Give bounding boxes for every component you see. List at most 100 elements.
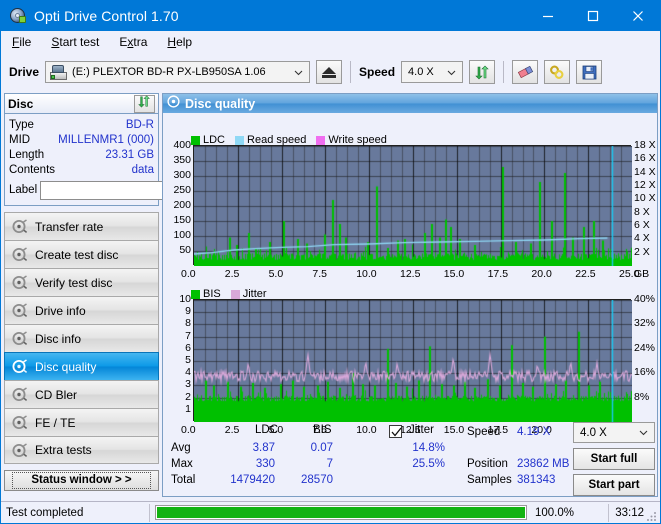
sidebar-item-cd-bler[interactable]: CD Bler	[4, 380, 159, 408]
window-controls	[525, 1, 660, 31]
stats-speed-value: 4.19 X	[517, 426, 551, 438]
sidebar-item-create-test-disc[interactable]: Create test disc	[4, 240, 159, 268]
sidebar-item-extra-tests[interactable]: Extra tests	[4, 436, 159, 464]
sidebar-item-label: Create test disc	[35, 247, 119, 262]
extra-tests-icon	[12, 442, 28, 458]
eject-button[interactable]	[316, 60, 343, 84]
ldc-x-tick: 5.0	[268, 268, 284, 280]
window-title: Opti Drive Control 1.70	[34, 8, 179, 24]
menu-item-extra[interactable]: Extra	[116, 34, 150, 50]
ldc-x-unit: GB	[634, 268, 650, 280]
minimize-icon[interactable]	[525, 1, 570, 31]
ldc-y2-tick: 16 X	[634, 152, 656, 165]
disc-row-key: MID	[9, 134, 31, 146]
sidebar-item-drive-info[interactable]: Drive info	[4, 296, 159, 324]
ldc-y-tick: 350	[173, 154, 191, 166]
stats-col-ldc: LDC	[255, 424, 279, 436]
ldc-x-tick: 0.0	[181, 268, 196, 280]
settings-button[interactable]	[544, 60, 571, 84]
stats-row-avg: Avg	[171, 442, 191, 454]
refresh-button[interactable]	[469, 60, 496, 84]
speed-label: Speed	[359, 65, 396, 79]
sidebar-item-disc-quality[interactable]: Disc quality	[4, 352, 159, 380]
jitter-checkbox[interactable]	[389, 425, 402, 438]
floppy-disk-icon	[582, 65, 597, 80]
legend-label: Write speed	[328, 134, 387, 146]
ldc-x-tick: 7.5	[312, 268, 327, 280]
maximize-icon[interactable]	[570, 1, 615, 31]
bis-y2-tick: 32%	[634, 317, 656, 330]
disc-row-value: 23.31 GB	[105, 149, 154, 161]
legend-swatch-icon	[191, 135, 200, 145]
ldc-y2-tick: 8 X	[634, 205, 650, 218]
chain-icon	[549, 65, 565, 80]
disc-panel-header: Disc	[5, 94, 158, 114]
bis-y-tick: 9	[185, 305, 191, 318]
resize-grip-icon[interactable]	[646, 509, 658, 521]
ldc-x-tick: 15.0	[443, 268, 465, 280]
legend-swatch-icon	[191, 289, 200, 299]
test-speed-select[interactable]: 4.0 X	[573, 422, 655, 443]
status-text: Test completed	[6, 506, 84, 519]
sidebar-item-verify-test-disc[interactable]: Verify test disc	[4, 268, 159, 296]
sidebar-item-disc-info[interactable]: Disc info	[4, 324, 159, 352]
navigation-list: Transfer rate Create test disc Verify test…	[4, 212, 159, 464]
start-part-button[interactable]: Start part	[573, 474, 655, 496]
statistics-panel: LDC BIS Jitter Avg Max Total 3.87 330 14…	[167, 422, 655, 496]
stats-avg-ldc: 3.87	[252, 442, 275, 454]
bis-y-tick: 3	[185, 378, 191, 391]
drive-select[interactable]: (E:) PLEXTOR BD-R PX-LB950SA 1.06	[45, 61, 311, 83]
chevron-down-icon	[294, 68, 303, 77]
legend-entry: LDC	[191, 134, 225, 146]
speed-select[interactable]: 4.0 X	[401, 61, 464, 83]
bis-chart-legend: BIS Jitter	[191, 288, 273, 300]
refresh-icon	[138, 94, 151, 113]
sidebar-item-transfer-rate[interactable]: Transfer rate	[4, 212, 159, 240]
sidebar-item-label: Disc quality	[35, 359, 97, 374]
ldc-y-tick: 300	[173, 169, 191, 181]
stats-position-label: Position	[467, 458, 508, 470]
close-icon[interactable]	[615, 1, 660, 31]
ldc-x-tick: 2.5	[224, 268, 240, 280]
legend-label: BIS	[203, 288, 221, 300]
fe-te-icon	[12, 415, 28, 430]
disc-row-key: Type	[9, 119, 34, 131]
status-divider	[149, 503, 150, 522]
create-test-disc-icon	[12, 247, 28, 262]
status-window-button[interactable]: Status window > >	[4, 470, 159, 491]
bis-plot-area[interactable]	[193, 299, 632, 422]
disc-refresh-button[interactable]	[134, 94, 155, 113]
ldc-y2-tick: 4 X	[634, 232, 650, 245]
save-button[interactable]	[576, 60, 603, 84]
ldc-plot-area[interactable]	[193, 145, 632, 266]
app-disc-icon	[9, 7, 27, 25]
stats-total-bis: 28570	[301, 474, 333, 486]
sidebar-item-fe-te[interactable]: FE / TE	[4, 408, 159, 436]
disc-panel: Disc Type BD-R MID MILLENMR1 (000) Lengt…	[4, 93, 244, 206]
sidebar-item-label: Extra tests	[35, 443, 92, 457]
legend-entry: Write speed	[316, 134, 387, 146]
verify-test-disc-icon	[12, 275, 28, 290]
disc-row-value: MILLENMR1 (000)	[58, 134, 154, 146]
legend-entry: BIS	[191, 288, 221, 300]
menu-item-help[interactable]: Help	[164, 34, 195, 50]
eject-icon	[322, 66, 337, 78]
bis-y-tick: 7	[185, 329, 191, 342]
jitter-label: Jitter	[409, 424, 434, 436]
stats-avg-bis: 0.07	[310, 442, 333, 454]
sidebar: Disc Type BD-R MID MILLENMR1 (000) Lengt…	[4, 93, 244, 497]
menu-item-start-test[interactable]: Start test	[48, 34, 102, 50]
legend-swatch-icon	[230, 289, 240, 299]
disc-row-mid: MID MILLENMR1 (000)	[9, 133, 154, 148]
disc-label-row: Label	[9, 180, 244, 200]
bis-y-tick: 10	[179, 293, 191, 305]
sidebar-item-label: Disc info	[35, 331, 82, 346]
chevron-down-icon	[639, 428, 648, 437]
disc-row-key: Contents	[9, 164, 56, 176]
start-full-button[interactable]: Start full	[573, 448, 655, 470]
menu-item-file[interactable]: File	[9, 34, 34, 50]
disc-row-value: data	[131, 164, 154, 176]
erase-button[interactable]	[512, 60, 539, 84]
ldc-y2-tick: 2 X	[634, 245, 650, 258]
ldc-y2-tick: 12 X	[634, 179, 656, 191]
